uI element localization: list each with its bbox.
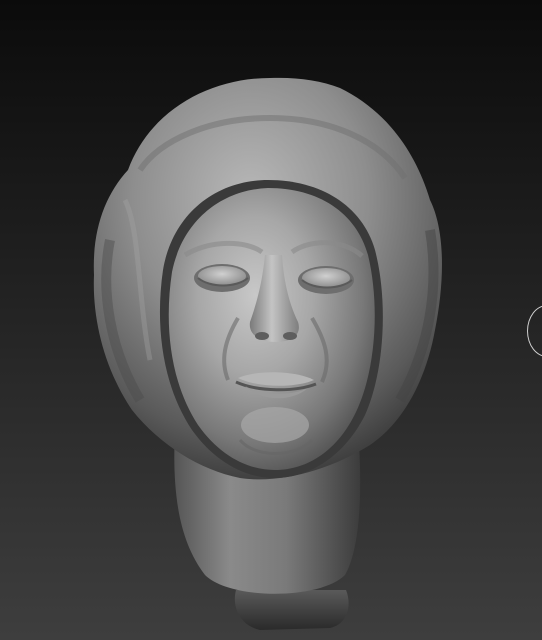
sculpted-head-model[interactable] <box>0 0 542 640</box>
neck-base <box>234 590 349 630</box>
3d-viewport[interactable] <box>0 0 542 640</box>
